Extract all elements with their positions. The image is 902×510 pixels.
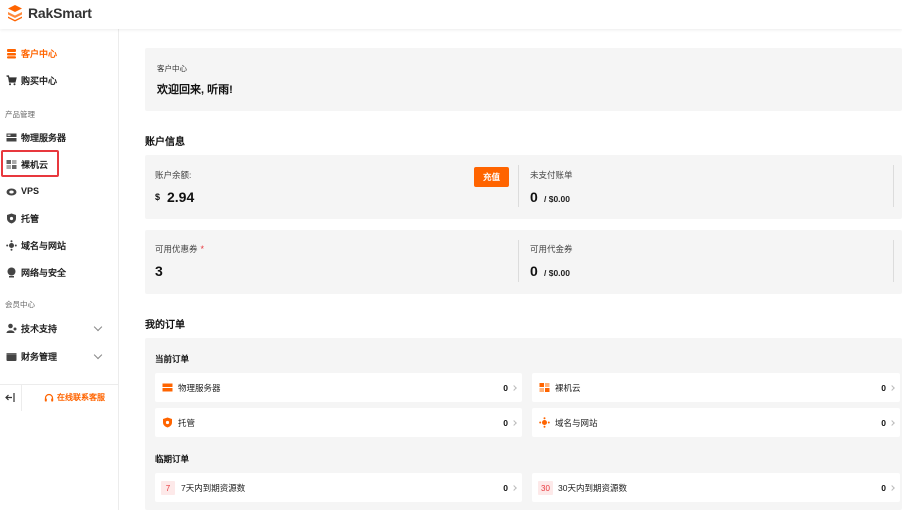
order-label: 托管 bbox=[178, 417, 196, 428]
required-star: * bbox=[200, 244, 205, 254]
order-row-colocation[interactable]: 托管 0 bbox=[155, 408, 522, 437]
sidebar-item-dedicated-server[interactable]: 物理服务器 bbox=[0, 126, 119, 148]
order-count: 0 bbox=[503, 417, 508, 428]
online-support-link[interactable]: 在线联系客服 bbox=[22, 392, 105, 403]
raksmart-logo-icon bbox=[8, 5, 22, 22]
expiring-row-7-days[interactable]: 7 7天内到期资源数 0 bbox=[155, 473, 522, 502]
unpaid-bills-amount: / $0.00 bbox=[544, 194, 570, 204]
network-icon bbox=[7, 267, 16, 277]
coupon-card bbox=[145, 230, 902, 294]
expiring-count: 0 bbox=[881, 482, 886, 493]
sidebar-footer: 在线联系客服 bbox=[0, 384, 119, 411]
divider bbox=[518, 240, 519, 282]
globe-icon bbox=[6, 239, 17, 251]
expiring-label: 7天内到期资源数 bbox=[181, 482, 246, 493]
collapse-sidebar-button[interactable] bbox=[0, 384, 22, 411]
days-badge: 7 bbox=[161, 481, 175, 495]
top-bar: RakSmart bbox=[0, 0, 902, 29]
chevron-right-icon bbox=[511, 419, 517, 426]
database-icon bbox=[7, 48, 16, 58]
order-label: 裸机云 bbox=[555, 382, 581, 393]
sidebar-item-colocation[interactable]: 托管 bbox=[0, 207, 119, 229]
unpaid-bills-count[interactable]: 0 bbox=[530, 189, 538, 205]
selection-highlight bbox=[1, 150, 59, 177]
chevron-right-icon bbox=[889, 419, 895, 426]
sidebar: 客户中心 购买中心 产品管理 物理服务器 裸机云 VPS 托管 域名与网站 网络… bbox=[0, 29, 119, 510]
sidebar-item-label: 网络与安全 bbox=[21, 267, 67, 278]
my-orders-title: 我的订单 bbox=[145, 320, 185, 331]
chevron-right-icon bbox=[889, 484, 895, 491]
logo[interactable]: RakSmart bbox=[6, 4, 92, 22]
sidebar-item-label: 客户中心 bbox=[21, 48, 58, 59]
chevron-right-icon bbox=[511, 384, 517, 391]
coupon-label: 可用优惠券 * bbox=[155, 244, 205, 254]
sidebar-item-label: 域名与网站 bbox=[21, 240, 67, 251]
server-icon bbox=[162, 383, 173, 392]
expiring-count: 0 bbox=[503, 482, 508, 493]
shield-icon bbox=[163, 417, 172, 428]
sidebar-item-label: 购买中心 bbox=[21, 75, 58, 86]
voucher-amount: / $0.00 bbox=[544, 268, 570, 278]
sidebar-item-label: 技术支持 bbox=[21, 323, 58, 334]
coupon-count[interactable]: 3 bbox=[155, 263, 163, 279]
globe-icon bbox=[539, 417, 550, 428]
order-count: 0 bbox=[881, 417, 886, 428]
divider bbox=[893, 165, 894, 207]
sidebar-item-label: VPS bbox=[21, 186, 40, 196]
online-support-label: 在线联系客服 bbox=[57, 393, 105, 402]
recharge-button[interactable]: 充值 bbox=[474, 167, 509, 187]
order-label: 域名与网站 bbox=[555, 417, 598, 428]
headset-icon bbox=[44, 393, 54, 401]
cart-icon bbox=[6, 74, 17, 85]
expiring-orders-title: 临期订单 bbox=[155, 454, 190, 464]
sidebar-item-network-security[interactable]: 网络与安全 bbox=[0, 261, 119, 283]
unpaid-bills-label: 未支付账单 bbox=[530, 170, 573, 180]
expiring-row-30-days[interactable]: 30 30天内到期资源数 0 bbox=[532, 473, 900, 502]
account-info-title: 账户信息 bbox=[145, 137, 185, 148]
days-badge: 30 bbox=[538, 481, 553, 495]
order-count: 0 bbox=[503, 382, 508, 393]
order-row-dedicated-server[interactable]: 物理服务器 0 bbox=[155, 373, 522, 402]
balance-label: 账户余额: bbox=[155, 170, 192, 180]
chevron-down-icon bbox=[93, 322, 103, 332]
section-product-management: 产品管理 bbox=[5, 110, 35, 119]
sidebar-item-customer-center[interactable]: 客户中心 bbox=[0, 42, 119, 64]
sidebar-item-domain-website[interactable]: 域名与网站 bbox=[0, 234, 119, 256]
welcome-greeting: 欢迎回来, 听雨! bbox=[157, 84, 233, 96]
bare-metal-icon bbox=[539, 383, 550, 392]
expiring-label: 30天内到期资源数 bbox=[558, 482, 627, 493]
chevron-down-icon bbox=[93, 350, 103, 360]
welcome-card: 客户中心 欢迎回来, 听雨! bbox=[145, 48, 902, 111]
sidebar-item-vps[interactable]: VPS bbox=[0, 180, 119, 202]
current-orders-title: 当前订单 bbox=[155, 354, 190, 364]
shield-icon bbox=[7, 213, 16, 223]
order-row-domain-website[interactable]: 域名与网站 0 bbox=[532, 408, 900, 437]
voucher-count[interactable]: 0 bbox=[530, 263, 538, 279]
balance-value: 2.94 bbox=[167, 189, 195, 205]
section-member-center: 会员中心 bbox=[5, 300, 35, 309]
sidebar-item-finance[interactable]: 财务管理 bbox=[0, 345, 119, 367]
divider bbox=[518, 165, 519, 207]
sidebar-item-label: 托管 bbox=[21, 213, 40, 224]
server-icon bbox=[6, 133, 17, 141]
order-count: 0 bbox=[881, 382, 886, 393]
breadcrumb: 客户中心 bbox=[157, 64, 187, 73]
currency-symbol: $ bbox=[155, 192, 161, 202]
brand-name: RakSmart bbox=[28, 5, 92, 21]
divider bbox=[893, 240, 894, 282]
wallet-icon bbox=[6, 352, 17, 361]
sidebar-item-tech-support[interactable]: 技术支持 bbox=[0, 317, 119, 339]
sidebar-item-label: 物理服务器 bbox=[21, 132, 67, 143]
collapse-icon bbox=[5, 393, 15, 402]
sidebar-item-purchase-center[interactable]: 购买中心 bbox=[0, 69, 119, 91]
chevron-right-icon bbox=[889, 384, 895, 391]
support-icon bbox=[6, 323, 17, 333]
order-row-bare-metal-cloud[interactable]: 裸机云 0 bbox=[532, 373, 900, 402]
vps-icon bbox=[6, 188, 17, 195]
voucher-label: 可用代金券 bbox=[530, 244, 573, 254]
order-label: 物理服务器 bbox=[178, 382, 221, 393]
chevron-right-icon bbox=[511, 484, 517, 491]
account-balance-card bbox=[145, 155, 902, 219]
sidebar-item-label: 财务管理 bbox=[21, 351, 58, 362]
